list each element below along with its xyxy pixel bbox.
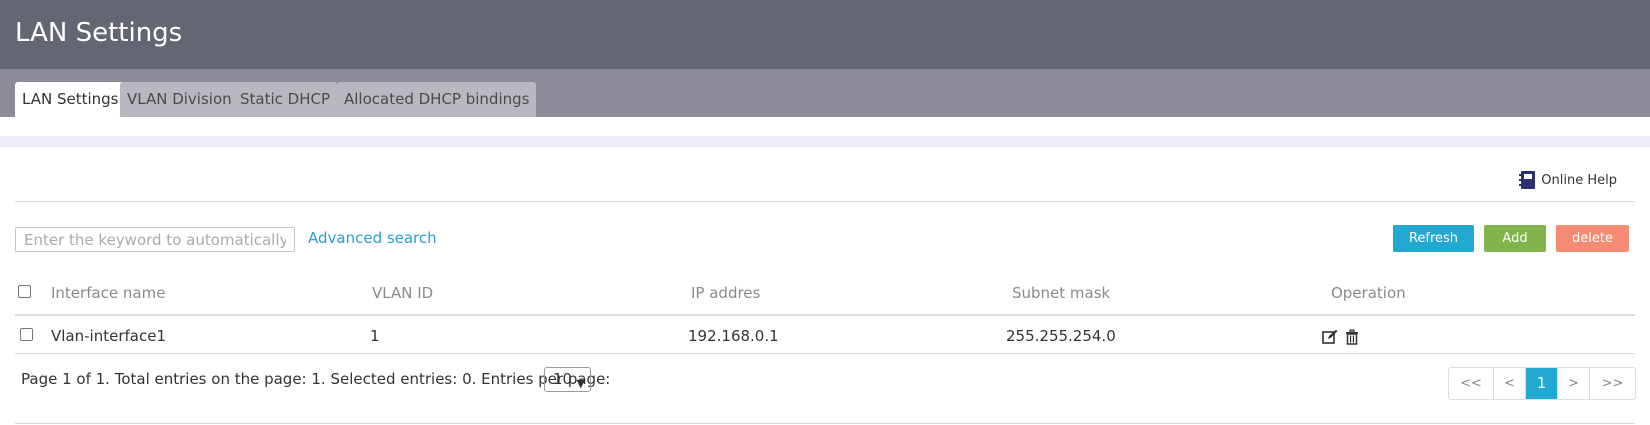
table-bottom-divider (15, 353, 1635, 354)
tab-bar: LAN Settings VLAN Division Static DHCP A… (0, 69, 1650, 117)
cell-subnet-mask: 255.255.254.0 (1006, 327, 1116, 345)
entries-per-page-value: 10 (553, 370, 573, 388)
refresh-button[interactable]: Refresh (1393, 225, 1474, 252)
trash-icon[interactable] (1344, 329, 1360, 345)
delete-button[interactable]: delete (1556, 225, 1629, 252)
entries-per-page-select[interactable]: 10 ▼ (544, 367, 591, 392)
next-page-button[interactable]: > (1558, 368, 1590, 399)
online-help-label: Online Help (1541, 172, 1617, 188)
add-button[interactable]: Add (1484, 225, 1546, 252)
cell-vlan-id: 1 (370, 327, 380, 345)
cell-ip-address: 192.168.0.1 (688, 327, 779, 345)
online-help-link[interactable]: Online Help (1519, 169, 1617, 191)
page-title: LAN Settings (15, 18, 183, 48)
column-header-ip: IP addres (691, 284, 761, 302)
row-operations (1322, 329, 1360, 345)
pagination-summary: Page 1 of 1. Total entries on the page: … (21, 370, 611, 388)
pagination: << < 1 > >> (1448, 367, 1636, 400)
table-header-divider (15, 314, 1635, 316)
book-icon (1519, 170, 1537, 190)
tab-static-dhcp[interactable]: Static DHCP (233, 82, 338, 117)
tab-lan-settings[interactable]: LAN Settings (15, 82, 126, 117)
prev-page-button[interactable]: < (1494, 368, 1526, 399)
first-page-button[interactable]: << (1449, 368, 1494, 399)
edit-icon[interactable] (1322, 329, 1338, 345)
column-header-interface: Interface name (51, 284, 166, 302)
cell-interface-name: Vlan-interface1 (51, 327, 166, 345)
last-page-button[interactable]: >> (1590, 368, 1635, 399)
page-header: LAN Settings (0, 0, 1650, 69)
advanced-search-link[interactable]: Advanced search (308, 229, 437, 247)
column-header-subnet-mask: Subnet mask (1012, 284, 1111, 302)
content-divider-band (0, 136, 1650, 147)
select-all-checkbox[interactable] (18, 285, 31, 298)
toolbar-divider (15, 201, 1635, 202)
column-header-operation: Operation (1331, 284, 1406, 302)
current-page-button[interactable]: 1 (1526, 368, 1558, 399)
chevron-down-icon: ▼ (576, 377, 585, 390)
search-input[interactable] (15, 227, 295, 252)
tab-allocated-dhcp-bindings[interactable]: Allocated DHCP bindings (337, 82, 537, 117)
column-header-vlan-id: VLAN ID (372, 284, 434, 302)
row-checkbox[interactable] (20, 328, 33, 341)
page-bottom-divider (15, 423, 1635, 424)
tab-vlan-division[interactable]: VLAN Division (120, 82, 239, 117)
